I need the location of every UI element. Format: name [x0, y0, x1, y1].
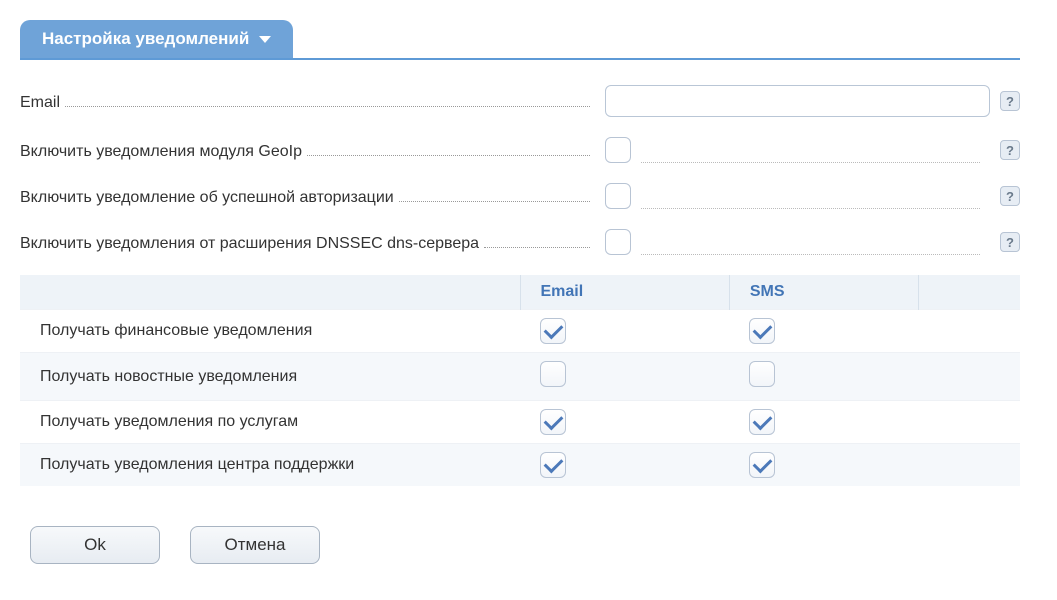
checkbox-sms[interactable]	[749, 361, 775, 387]
dots	[484, 232, 590, 248]
dots	[399, 186, 590, 202]
label-geoip: Включить уведомления модуля GeoIp	[20, 143, 302, 161]
cell-sms	[729, 401, 918, 444]
table-row: Получать финансовые уведомления	[20, 310, 1020, 353]
tab-notifications[interactable]: Настройка уведомлений	[20, 20, 293, 58]
label-zone: Включить уведомления модуля GeoIp	[20, 140, 590, 161]
th-email[interactable]: Email	[520, 275, 729, 310]
row-dnssec: Включить уведомления от расширения DNSSE…	[20, 229, 1020, 255]
label-dnssec: Включить уведомления от расширения DNSSE…	[20, 235, 479, 253]
checkbox-email[interactable]	[540, 318, 566, 344]
notifications-table: Email SMS Получать финансовые уведомлени…	[20, 275, 1020, 486]
help-icon[interactable]: ?	[1000, 91, 1020, 111]
row-email: Email ?	[20, 85, 1020, 117]
cell-spacer	[919, 401, 1020, 444]
dots	[307, 140, 590, 156]
table-row: Получать уведомления центра поддержки	[20, 444, 1020, 487]
chevron-down-icon	[259, 36, 271, 43]
input-zone: ?	[590, 183, 1020, 209]
toggle-dnssec[interactable]	[605, 229, 631, 255]
label-auth: Включить уведомление об успешной авториз…	[20, 189, 394, 207]
cell-spacer	[919, 444, 1020, 487]
cell-sms	[729, 444, 918, 487]
row-label: Получать финансовые уведомления	[20, 310, 520, 353]
cancel-button[interactable]: Отмена	[190, 526, 320, 564]
table-body: Получать финансовые уведомленияПолучать …	[20, 310, 1020, 487]
ok-button[interactable]: Ok	[30, 526, 160, 564]
row-auth: Включить уведомление об успешной авториз…	[20, 183, 1020, 209]
cell-email	[520, 310, 729, 353]
checkbox-email[interactable]	[540, 452, 566, 478]
tab-bar: Настройка уведомлений	[20, 20, 1020, 60]
table-row: Получать новостные уведомления	[20, 353, 1020, 401]
row-label: Получать новостные уведомления	[20, 353, 520, 401]
cell-email	[520, 401, 729, 444]
tab-label: Настройка уведомлений	[42, 29, 249, 49]
input-zone: ?	[590, 85, 1020, 117]
cell-email	[520, 353, 729, 401]
cell-email	[520, 444, 729, 487]
cell-sms	[729, 353, 918, 401]
toggle-auth[interactable]	[605, 183, 631, 209]
cell-spacer	[919, 310, 1020, 353]
cell-spacer	[919, 353, 1020, 401]
input-zone: ?	[590, 229, 1020, 255]
label-zone: Включить уведомление об успешной авториз…	[20, 186, 590, 207]
dots	[65, 91, 590, 107]
checkbox-sms[interactable]	[749, 318, 775, 344]
row-label: Получать уведомления центра поддержки	[20, 444, 520, 487]
checkbox-email[interactable]	[540, 409, 566, 435]
th-sms[interactable]: SMS	[729, 275, 918, 310]
help-icon[interactable]: ?	[1000, 140, 1020, 160]
help-icon[interactable]: ?	[1000, 232, 1020, 252]
dots	[641, 151, 980, 163]
row-geoip: Включить уведомления модуля GeoIp ?	[20, 137, 1020, 163]
checkbox-sms[interactable]	[749, 452, 775, 478]
email-input[interactable]	[605, 85, 990, 117]
checkbox-sms[interactable]	[749, 409, 775, 435]
checkbox-email[interactable]	[540, 361, 566, 387]
help-icon[interactable]: ?	[1000, 186, 1020, 206]
label-zone: Email	[20, 91, 590, 112]
th-name	[20, 275, 520, 310]
toggle-geoip[interactable]	[605, 137, 631, 163]
settings-panel: Настройка уведомлений Email ? Включить у…	[20, 20, 1020, 564]
table-row: Получать уведомления по услугам	[20, 401, 1020, 444]
label-email: Email	[20, 94, 60, 112]
dots	[641, 197, 980, 209]
cell-sms	[729, 310, 918, 353]
row-label: Получать уведомления по услугам	[20, 401, 520, 444]
label-zone: Включить уведомления от расширения DNSSE…	[20, 232, 590, 253]
th-spacer	[919, 275, 1020, 310]
dots	[641, 243, 980, 255]
input-zone: ?	[590, 137, 1020, 163]
button-bar: Ok Отмена	[20, 526, 1020, 564]
